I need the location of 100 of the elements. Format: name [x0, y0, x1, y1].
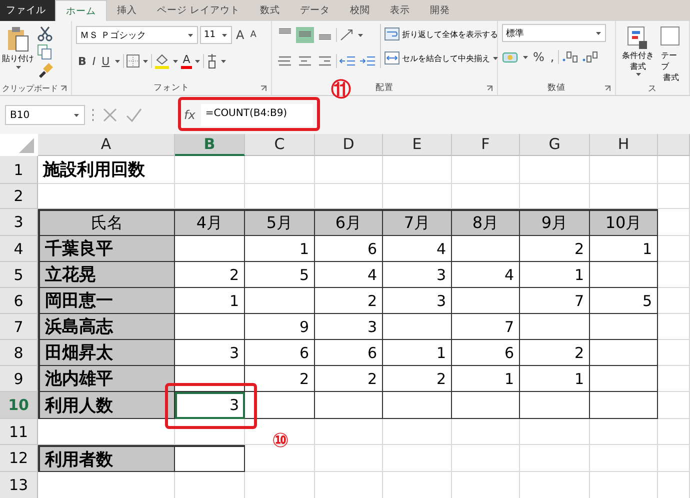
dialog-launcher-icon[interactable] [486, 85, 493, 92]
empty-cell [590, 314, 658, 340]
column-header[interactable]: H [590, 134, 658, 156]
column-header[interactable]: E [383, 134, 452, 156]
fill-color-icon[interactable] [154, 53, 170, 69]
row-header[interactable]: 8 [0, 340, 38, 366]
font-size-dropdown[interactable]: 11 [200, 26, 232, 44]
conditional-format-button[interactable]: 条件付き 書式 [620, 24, 656, 77]
empty-cell [590, 366, 658, 392]
row-header[interactable]: 10 [0, 392, 38, 419]
italic-button[interactable]: I [90, 54, 98, 68]
phonetic-icon[interactable] [206, 53, 218, 69]
caret-icon[interactable] [14, 65, 22, 70]
caret-icon[interactable] [634, 72, 642, 77]
row-header[interactable]: 13 [0, 472, 38, 498]
ribbon-tab[interactable]: 挿入 [107, 0, 147, 21]
table-cell: 8月 [452, 209, 520, 236]
ribbon-tab[interactable]: 数式 [250, 0, 290, 21]
row-header[interactable]: 5 [0, 262, 38, 288]
decimal-decrease-icon[interactable] [581, 50, 600, 64]
group-label: フォント [154, 82, 190, 94]
caret-icon[interactable] [187, 32, 194, 38]
border-icon[interactable] [126, 54, 140, 68]
font-color-button[interactable]: A [180, 54, 192, 68]
empty-cell [658, 184, 690, 209]
caret-icon[interactable] [172, 58, 179, 64]
table-cell: 2 [520, 236, 590, 262]
empty-cell [175, 419, 245, 445]
row-header[interactable]: 1 [0, 156, 38, 184]
table-chart-icon [627, 26, 649, 50]
table-cell: 1 [452, 366, 520, 392]
wrap-text-button[interactable]: 折り返して全体を表示する [384, 24, 499, 44]
table-cell: 4月 [175, 209, 245, 236]
number-format-dropdown[interactable]: 標準 [502, 24, 606, 42]
row-header[interactable]: 11 [0, 419, 38, 445]
row-header[interactable]: 9 [0, 366, 38, 392]
table-cell: 利用人数 [38, 392, 175, 419]
dialog-launcher-icon[interactable] [604, 85, 611, 92]
percent-button[interactable]: % [531, 50, 546, 64]
group-label: 数値 [548, 82, 566, 94]
merge-center-button[interactable]: セルを結合して中央揃え [384, 48, 499, 68]
caret-icon[interactable] [492, 56, 499, 60]
row-header[interactable]: 4 [0, 236, 38, 262]
caret-icon[interactable] [194, 58, 202, 64]
row-header[interactable]: 12 [0, 445, 38, 472]
check-icon[interactable] [125, 106, 143, 124]
column-header[interactable]: C [245, 134, 315, 156]
column-header[interactable]: G [520, 134, 590, 156]
dialog-launcher-icon[interactable] [260, 85, 267, 92]
brush-icon[interactable] [37, 62, 53, 78]
column-header[interactable]: F [452, 134, 520, 156]
paste-button[interactable]: 貼り付け [2, 24, 34, 70]
empty-cell [245, 392, 315, 419]
empty-cell [590, 392, 658, 419]
row-header[interactable]: 6 [0, 288, 38, 314]
empty-cell [452, 419, 520, 445]
column-header[interactable]: D [315, 134, 383, 156]
insert-function-button[interactable]: fx [184, 108, 196, 122]
orientation-icon[interactable] [339, 28, 355, 42]
caret-icon[interactable] [221, 32, 228, 38]
column-header[interactable]: B [175, 134, 245, 156]
shrink-font-button[interactable]: A [248, 30, 258, 40]
caret-icon[interactable] [114, 58, 121, 64]
font-name-dropdown[interactable]: ＭＳ Ｐゴシック [76, 26, 198, 44]
caret-icon[interactable] [73, 112, 80, 118]
column-header[interactable]: A [38, 134, 175, 156]
ribbon-tab[interactable]: ファイル [0, 0, 55, 21]
row-header[interactable]: 7 [0, 314, 38, 340]
ribbon-tab[interactable]: データ [290, 0, 340, 21]
empty-cell [315, 445, 383, 472]
scissors-icon[interactable] [37, 26, 53, 42]
callout-number: ⑩ [272, 428, 289, 452]
table-cell: 施設利用回数 [38, 156, 175, 184]
name-box[interactable]: B10 [5, 105, 85, 125]
ribbon-tab[interactable]: 校閲 [340, 0, 380, 21]
ribbon-tab[interactable]: 表示 [380, 0, 420, 21]
copy-icon[interactable] [37, 44, 53, 60]
table-cell: 1 [383, 340, 452, 366]
caret-icon[interactable] [522, 54, 529, 60]
table-cell: 9月 [520, 209, 590, 236]
row-header[interactable]: 2 [0, 184, 38, 209]
empty-cell [658, 156, 690, 184]
underline-button[interactable]: U [100, 54, 112, 68]
dialog-launcher-icon[interactable] [60, 85, 67, 92]
caret-icon[interactable] [595, 30, 602, 36]
caret-icon[interactable] [357, 32, 364, 38]
decimal-increase-icon[interactable] [561, 50, 580, 64]
empty-cell [315, 392, 383, 419]
bold-button[interactable]: B [76, 54, 88, 68]
ribbon-tab[interactable]: ホーム [55, 0, 107, 21]
comma-button[interactable]: , [548, 50, 556, 64]
caret-icon[interactable] [220, 58, 228, 64]
ribbon-tab[interactable]: ページ レイアウト [147, 0, 250, 21]
grow-font-button[interactable]: A [234, 28, 246, 42]
row-header[interactable]: 3 [0, 209, 38, 236]
caret-icon[interactable] [142, 58, 149, 64]
empty-cell [315, 156, 383, 184]
formula-input[interactable]: =COUNT(B4:B9) [201, 104, 314, 126]
ribbon-tab[interactable]: 開発 [420, 0, 460, 21]
table-format-button[interactable]: テーブ 書式 [659, 24, 683, 83]
